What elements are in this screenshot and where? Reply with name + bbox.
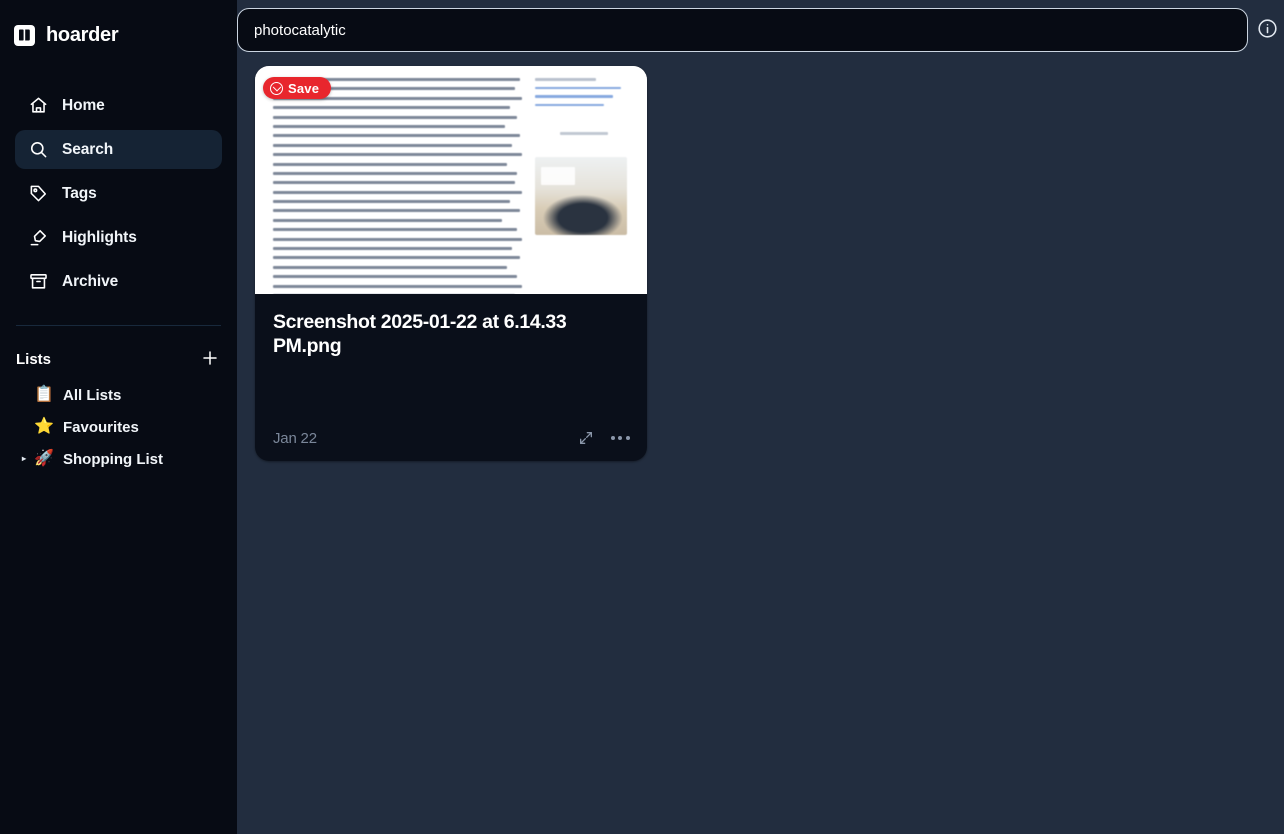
lists-header: Lists — [0, 346, 237, 372]
thumbnail-article-preview — [255, 66, 647, 294]
tag-icon — [29, 184, 48, 203]
star-icon: ⭐ — [34, 418, 54, 435]
info-circle-icon — [1257, 18, 1278, 42]
save-circle-icon — [270, 81, 283, 95]
thumbnail-text-column — [273, 74, 525, 294]
bookmark-card[interactable]: Save Screenshot 2025-01-22 at 6.14.33 PM… — [255, 66, 647, 461]
brand-logo[interactable]: hoarder — [0, 14, 237, 56]
card-title: Screenshot 2025-01-22 at 6.14.33 PM.png — [273, 311, 567, 358]
more-horizontal-icon[interactable] — [610, 429, 630, 447]
rocket-icon: 🚀 — [34, 450, 54, 467]
plus-icon — [201, 349, 219, 370]
info-button[interactable] — [1255, 18, 1279, 42]
sidebar-item-label: Archive — [62, 272, 119, 290]
sidebar: hoarder Home Search Tags Highlights Arch… — [0, 0, 237, 834]
sidebar-item-label: Home — [62, 96, 105, 114]
search-input[interactable] — [237, 8, 1248, 52]
lists-container: ▸ 📋 All Lists ▸ ⭐ Favourites ▸ 🚀 Shoppin… — [0, 382, 237, 472]
card-body: Screenshot 2025-01-22 at 6.14.33 PM.png … — [255, 294, 647, 461]
list-item-shopping-list[interactable]: ▸ 🚀 Shopping List — [15, 446, 222, 472]
sidebar-nav: Home Search Tags Highlights Archive — [0, 86, 237, 301]
more-dots — [610, 436, 630, 440]
sidebar-item-label: Tags — [62, 184, 97, 202]
thumbnail-ad-image — [535, 156, 627, 235]
search-bar — [237, 8, 1248, 52]
highlighter-icon — [29, 228, 48, 247]
sidebar-item-highlights[interactable]: Highlights — [15, 218, 222, 257]
list-item-label: Favourites — [63, 418, 139, 436]
sidebar-item-tags[interactable]: Tags — [15, 174, 222, 213]
save-badge[interactable]: Save — [263, 77, 332, 99]
save-badge-label: Save — [288, 80, 320, 96]
chevron-right-icon[interactable]: ▸ — [17, 455, 31, 463]
home-icon — [29, 96, 48, 115]
app-root: hoarder Home Search Tags Highlights Arch… — [0, 0, 1284, 834]
card-date: Jan 22 — [273, 429, 317, 447]
list-item-label: Shopping List — [63, 450, 163, 468]
sidebar-item-home[interactable]: Home — [15, 86, 222, 125]
sidebar-item-label: Highlights — [62, 228, 137, 246]
add-list-button[interactable] — [197, 346, 223, 372]
clipboard-icon: 📋 — [34, 386, 54, 403]
results-grid: Save Screenshot 2025-01-22 at 6.14.33 PM… — [255, 66, 1283, 461]
brand-name: hoarder — [46, 23, 119, 46]
top-bar — [237, 0, 1284, 56]
card-thumbnail[interactable]: Save — [255, 66, 647, 294]
main-content: Save Screenshot 2025-01-22 at 6.14.33 PM… — [237, 0, 1284, 834]
card-actions — [577, 429, 630, 447]
list-item-favourites[interactable]: ▸ ⭐ Favourites — [15, 414, 222, 440]
sidebar-item-label: Search — [62, 140, 114, 158]
expand-arrows-icon[interactable] — [577, 429, 595, 447]
book-logo-icon — [14, 24, 35, 46]
search-icon — [29, 140, 48, 159]
thumbnail-links-column — [535, 74, 633, 294]
sidebar-item-search[interactable]: Search — [15, 130, 222, 169]
archive-icon — [29, 272, 48, 291]
list-item-label: All Lists — [63, 386, 122, 404]
lists-title: Lists — [16, 350, 52, 368]
card-footer: Jan 22 — [255, 415, 647, 461]
sidebar-divider — [16, 325, 221, 326]
sidebar-item-archive[interactable]: Archive — [15, 262, 222, 301]
list-item-all-lists[interactable]: ▸ 📋 All Lists — [15, 382, 222, 408]
